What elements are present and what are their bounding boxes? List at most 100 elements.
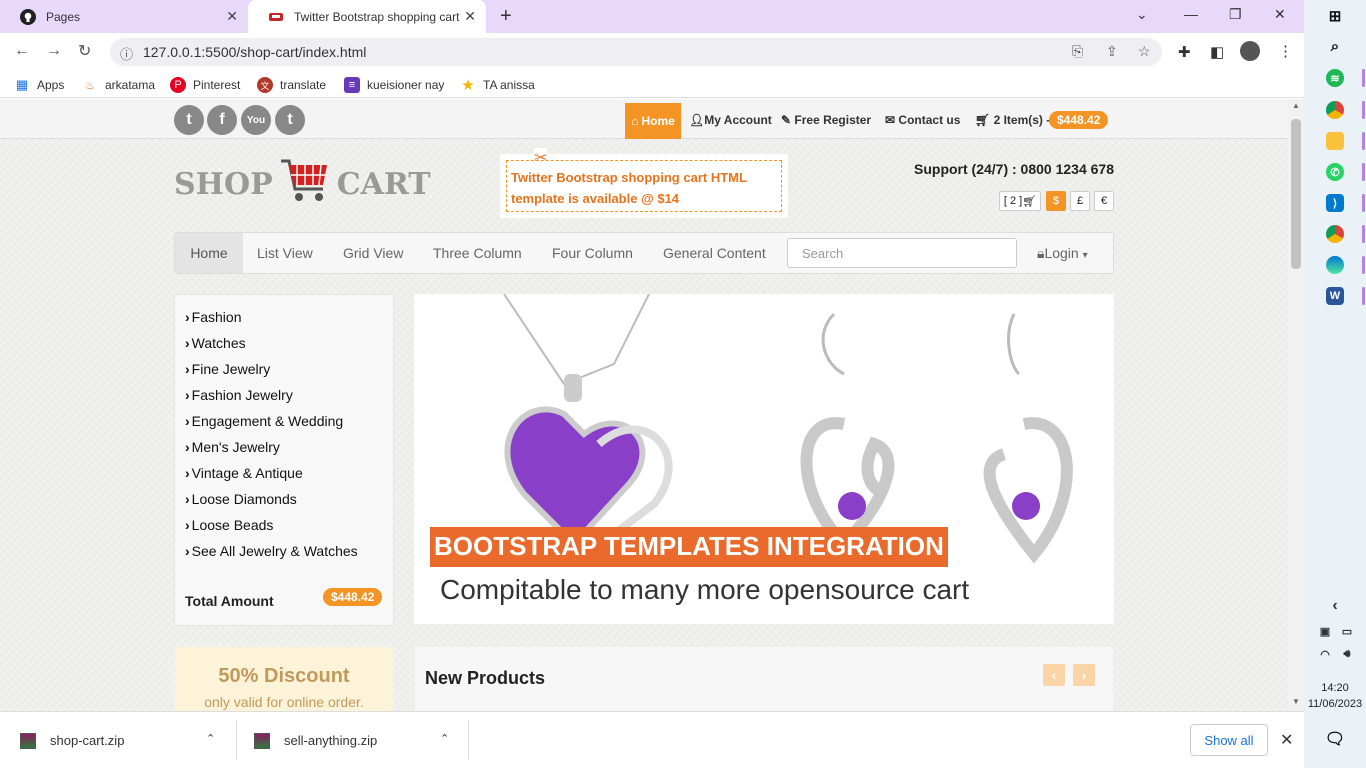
extensions-icon[interactable]: ✚ — [1178, 43, 1191, 61]
profile-avatar[interactable] — [1240, 41, 1260, 61]
currency-gbp-button[interactable]: £ — [1070, 191, 1090, 211]
tab-shopping-cart[interactable]: Twitter Bootstrap shopping cart ✕ — [248, 0, 486, 33]
bookmark-pinterest[interactable]: P Pinterest — [170, 77, 240, 93]
tab-pages[interactable]: Pages ✕ — [0, 0, 248, 33]
minimize-icon[interactable]: — — [1184, 6, 1198, 22]
windows-start-icon[interactable]: ⊞ — [1326, 7, 1344, 25]
address-bar[interactable]: ⓘ 127.0.0.1:5500/shop-cart/index.html ⎘ … — [110, 38, 1162, 66]
topnav-home[interactable]: ⌂ Home — [625, 103, 681, 139]
nav-four-column[interactable]: Four Column — [552, 245, 633, 261]
hero-banner[interactable]: BOOTSTRAP TEMPLATES INTEGRATION Compitab… — [414, 294, 1114, 624]
bookmark-apps[interactable]: ▦ Apps — [14, 77, 65, 93]
topnav-my-account[interactable]: 👤︎My Account — [689, 113, 772, 127]
chevron-left-icon[interactable]: ‹ — [1326, 597, 1344, 615]
reload-icon[interactable]: ↻ — [78, 41, 91, 61]
twitter-icon[interactable]: t — [174, 105, 204, 135]
share-icon[interactable]: ⇪ — [1106, 43, 1118, 60]
category-item[interactable]: › Fashion Jewelry — [185, 387, 293, 403]
topnav-cart[interactable]: 🛒︎ 2 Item(s) - — [975, 113, 1050, 127]
discount-box[interactable]: 50% Discount only valid for online order… — [174, 646, 394, 711]
shop-cart-logo[interactable]: SHOP CART — [174, 159, 431, 209]
side-panel-icon[interactable]: ◧ — [1210, 43, 1224, 61]
nav-list-view[interactable]: List View — [257, 245, 313, 261]
category-item[interactable]: › See All Jewelry & Watches — [185, 543, 358, 559]
category-item[interactable]: › Watches — [185, 335, 246, 351]
nav-general-content[interactable]: General Content — [663, 245, 766, 261]
category-item[interactable]: › Fine Jewelry — [185, 361, 270, 377]
scroll-down-icon[interactable]: ▼ — [1292, 697, 1300, 706]
back-icon[interactable]: ← — [14, 42, 30, 60]
user-icon: 👤︎ — [689, 113, 705, 127]
close-window-icon[interactable]: ✕ — [1274, 6, 1286, 23]
currency-usd-button[interactable]: $ — [1046, 191, 1066, 211]
cart-total-badge[interactable]: $448.42 — [1049, 111, 1109, 129]
wifi-icon[interactable]: ◠ — [1316, 645, 1334, 663]
close-downloads-icon[interactable]: ✕ — [1280, 730, 1293, 750]
forward-icon[interactable]: → — [46, 42, 62, 60]
word-icon[interactable]: W — [1326, 287, 1344, 305]
show-all-button[interactable]: Show all — [1190, 724, 1268, 756]
new-tab-icon[interactable]: + — [500, 5, 512, 28]
search-icon[interactable]: ⌕ — [1326, 37, 1344, 55]
battery-icon[interactable]: ▭ — [1338, 622, 1356, 640]
search-input[interactable]: Search — [787, 238, 1017, 268]
volume-icon[interactable]: 🔊︎ — [1338, 645, 1356, 663]
category-item[interactable]: › Engagement & Wedding — [185, 413, 343, 429]
scroll-up-icon[interactable]: ▲ — [1292, 101, 1300, 110]
file-explorer-icon[interactable] — [1326, 132, 1344, 150]
system-clock[interactable]: 14:20 11/06/2023 — [1304, 680, 1366, 712]
chrome-icon[interactable] — [1326, 101, 1344, 119]
notification-icon[interactable]: 🗨︎ — [1325, 730, 1345, 748]
category-item[interactable]: › Men's Jewelry — [185, 439, 280, 455]
download-item[interactable]: sell-anything.zip ⌃ — [254, 712, 468, 769]
facebook-icon[interactable]: f — [207, 105, 237, 135]
url-text[interactable]: 127.0.0.1:5500/shop-cart/index.html — [143, 44, 366, 60]
topnav-home-label: Home — [641, 114, 675, 128]
nav-home[interactable]: Home — [175, 233, 243, 273]
chevron-right-icon: › — [185, 309, 190, 325]
edge-icon[interactable] — [1326, 256, 1344, 274]
running-indicator — [1362, 101, 1365, 119]
category-item[interactable]: › Vintage & Antique — [185, 465, 303, 481]
bookmark-label: Pinterest — [193, 78, 241, 92]
menu-kebab-icon[interactable]: ⋮ — [1278, 42, 1293, 60]
mini-cart-button[interactable]: [ 2 ] 🛒︎ — [999, 191, 1041, 211]
vscode-icon[interactable]: ⟩ — [1326, 194, 1344, 212]
currency-eur-button[interactable]: € — [1094, 191, 1114, 211]
login-dropdown[interactable]: 🔒︎Login ▾ — [1037, 245, 1088, 262]
nav-grid-view[interactable]: Grid View — [343, 245, 403, 261]
carousel-prev-button[interactable]: ‹ — [1043, 664, 1065, 686]
nav-three-column[interactable]: Three Column — [433, 245, 522, 261]
bookmark-ta-anissa[interactable]: ★ TA anissa — [460, 77, 535, 94]
meet-now-icon[interactable]: ▣ — [1316, 622, 1334, 640]
carousel-next-button[interactable]: › — [1073, 664, 1095, 686]
chevron-up-icon[interactable]: ⌃ — [206, 732, 215, 745]
running-indicator — [1362, 256, 1365, 274]
topnav-free-register[interactable]: ✎ Free Register — [781, 113, 871, 127]
page-scrollbar[interactable]: ▲ ▼ — [1288, 99, 1304, 711]
scrollbar-thumb[interactable] — [1291, 119, 1301, 269]
restore-icon[interactable]: ❐ — [1229, 6, 1242, 23]
category-item[interactable]: › Loose Diamonds — [185, 491, 297, 507]
bookmark-kueisioner[interactable]: ≡ kueisioner nay — [344, 77, 444, 93]
close-tab-icon[interactable]: ✕ — [464, 8, 476, 25]
chrome-icon[interactable] — [1326, 225, 1344, 243]
main-navbar: Home List View Grid View Three Column Fo… — [174, 232, 1114, 274]
close-tab-icon[interactable]: ✕ — [226, 8, 238, 25]
category-item[interactable]: › Loose Beads — [185, 517, 273, 533]
spotify-icon[interactable]: ≋ — [1326, 69, 1344, 87]
download-item[interactable]: shop-cart.zip ⌃ — [20, 712, 236, 769]
bookmark-translate[interactable]: 文 translate — [257, 77, 326, 93]
promo-text[interactable]: Twitter Bootstrap shopping cart HTML tem… — [506, 160, 782, 212]
tab-search-chevron-icon[interactable]: ⌄ — [1136, 6, 1148, 23]
chevron-up-icon[interactable]: ⌃ — [440, 732, 449, 745]
youtube-icon[interactable]: You — [241, 105, 271, 135]
bookmark-star-icon[interactable]: ☆ — [1138, 43, 1151, 60]
bookmark-arkatama[interactable]: ♨ arkatama — [82, 77, 155, 93]
category-item[interactable]: › Fashion — [185, 309, 241, 325]
site-info-icon[interactable]: ⓘ — [120, 44, 133, 63]
whatsapp-icon[interactable]: ✆ — [1326, 163, 1344, 181]
topnav-contact[interactable]: ✉ Contact us — [885, 113, 960, 127]
translate-page-icon[interactable]: ⎘ — [1072, 43, 1083, 60]
tumblr-icon[interactable]: t — [275, 105, 305, 135]
